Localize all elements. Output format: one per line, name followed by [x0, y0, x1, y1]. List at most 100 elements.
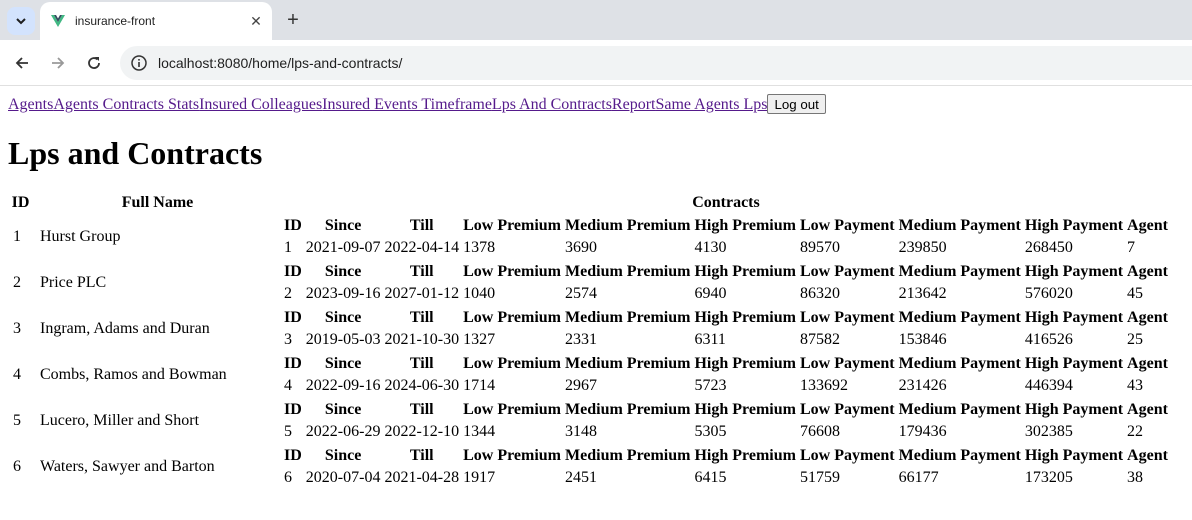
contract-cell: 1917	[463, 469, 496, 486]
contracts-column-header: High Premium	[694, 355, 796, 372]
contracts-column-header: Medium Payment	[898, 263, 1021, 280]
contracts-column-header: Till	[409, 309, 434, 326]
contract-cell: 1378	[463, 239, 496, 256]
table-row: 6 Waters, Sawyer and Barton ID Since Till Low…	[8, 445, 1170, 489]
nav-link-insured-colleagues[interactable]: Insured Colleagues	[199, 96, 322, 113]
contracts-column-header: Low Premium	[463, 263, 562, 280]
logout-button[interactable]: Log out	[767, 94, 826, 114]
contract-cell: 45	[1127, 285, 1144, 302]
table-row: 2 Price PLC ID Since Till Low Premium Medium P…	[8, 261, 1170, 305]
contracts-column-header: Low Payment	[799, 355, 895, 372]
contracts-column-header: Agent	[1127, 263, 1168, 280]
contracts-column-header: ID	[284, 217, 302, 234]
contract-cell: 2022-06-29	[305, 423, 381, 440]
contract-cell: 133692	[799, 377, 848, 394]
forward-arrow-icon[interactable]	[46, 51, 70, 75]
nav-link-agents[interactable]: Agents	[8, 96, 53, 113]
contracts-subtable: ID Since Till Low Premium Medium Premium High…	[281, 214, 1171, 260]
contract-cell: 2019-05-03	[305, 331, 381, 348]
contract-cell: 2027-01-12	[384, 285, 460, 302]
contracts-column-header: ID	[284, 309, 302, 326]
contract-row: 5 2022-06-29 2022-12-10 1344 3148 5305 76608 17…	[283, 422, 1169, 442]
contract-cell: 89570	[799, 239, 840, 256]
contracts-header-row: ID Since Till Low Premium Medium Premium High…	[283, 446, 1169, 466]
page-title: Lps and Contracts	[8, 135, 263, 171]
contracts-cell: ID Since Till Low Premium Medium Premium High…	[282, 261, 1170, 305]
tab-search-button[interactable]	[7, 7, 35, 35]
lp-full-name-cell: Combs, Ramos and Bowman	[40, 366, 227, 383]
contract-cell: 86320	[799, 285, 840, 302]
contracts-column-header: Low Payment	[799, 217, 895, 234]
top-nav: AgentsAgents Contracts StatsInsured Coll…	[8, 94, 1184, 114]
contract-cell: 4130	[694, 239, 727, 256]
close-icon[interactable]: ✕	[246, 11, 266, 31]
contracts-subtable: ID Since Till Low Premium Medium Premium High…	[281, 444, 1171, 490]
address-bar[interactable]: localhost:8080/home/lps-and-contracts/	[120, 46, 1192, 80]
nav-link-same-agents-lps[interactable]: Same Agents Lps	[655, 96, 767, 113]
contract-row: 6 2020-07-04 2021-04-28 1917 2451 6415 51759 66…	[283, 468, 1169, 488]
contract-cell: 4	[284, 377, 292, 394]
contracts-column-header: High Premium	[694, 263, 796, 280]
contract-cell: 2024-06-30	[384, 377, 460, 394]
table-row: 1 Hurst Group ID Since Till Low Premium Medium…	[8, 215, 1170, 259]
contracts-column-header: Medium Premium	[565, 309, 691, 326]
contracts-column-header: Till	[409, 401, 434, 418]
contracts-column-header: Medium Premium	[565, 217, 691, 234]
reload-icon[interactable]	[82, 51, 106, 75]
contracts-column-header: Agent	[1127, 447, 1168, 464]
new-tab-icon[interactable]: +	[282, 9, 304, 31]
browser-tab[interactable]: insurance-front ✕	[40, 2, 272, 40]
contracts-subtable: ID Since Till Low Premium Medium Premium High…	[281, 352, 1171, 398]
contracts-column-header: Since	[324, 401, 362, 418]
back-arrow-icon[interactable]	[10, 51, 34, 75]
contract-cell: 1344	[463, 423, 496, 440]
browser-tab-strip: insurance-front ✕ +	[0, 0, 1192, 40]
lp-full-name-cell: Price PLC	[40, 274, 107, 291]
contracts-column-header: Low Premium	[463, 447, 562, 464]
table-row: 4 Combs, Ramos and Bowman ID Since Till Low P…	[8, 353, 1170, 397]
contracts-cell: ID Since Till Low Premium Medium Premium High…	[282, 307, 1170, 351]
lp-id-cell: 3	[13, 320, 21, 337]
contract-cell: 231426	[898, 377, 947, 394]
lp-full-name-cell: Ingram, Adams and Duran	[40, 320, 210, 337]
contract-cell: 5305	[694, 423, 727, 440]
contract-cell: 7	[1127, 239, 1136, 256]
info-icon[interactable]	[130, 54, 148, 72]
contract-cell: 179436	[898, 423, 947, 440]
table-row: 5 Lucero, Miller and Short ID Since Till Low …	[8, 399, 1170, 443]
contracts-column-header: Agent	[1127, 401, 1168, 418]
contracts-column-header: Low Premium	[463, 355, 562, 372]
nav-link-agents-contracts-stats[interactable]: Agents Contracts Stats	[53, 96, 199, 113]
lp-id-cell: 5	[13, 412, 21, 429]
nav-link-report[interactable]: Report	[612, 96, 656, 113]
contract-cell: 2022-04-14	[384, 239, 460, 256]
contracts-column-header: Low Payment	[799, 263, 895, 280]
contracts-column-header: High Payment	[1024, 217, 1124, 234]
contracts-column-header: Since	[324, 217, 362, 234]
browser-toolbar: localhost:8080/home/lps-and-contracts/	[0, 40, 1192, 86]
contracts-column-header: Low Payment	[799, 309, 895, 326]
chevron-down-icon	[16, 18, 26, 25]
contracts-column-header: Medium Payment	[898, 401, 1021, 418]
contracts-column-header: ID	[284, 355, 302, 372]
contracts-column-header: Since	[324, 355, 362, 372]
column-header-id: ID	[11, 194, 30, 211]
column-header-contracts: Contracts	[692, 194, 760, 211]
contracts-column-header: Till	[409, 355, 434, 372]
lp-full-name-cell: Lucero, Miller and Short	[40, 412, 200, 429]
lp-full-name-cell: Hurst Group	[40, 228, 121, 245]
contracts-column-header: Till	[409, 217, 434, 234]
lp-id-cell: 4	[13, 366, 21, 383]
contracts-column-header: Till	[409, 447, 434, 464]
contract-cell: 2022-12-10	[384, 423, 460, 440]
contract-cell: 2967	[565, 377, 598, 394]
contract-cell: 239850	[898, 239, 947, 256]
contract-cell: 2021-10-30	[384, 331, 460, 348]
contracts-column-header: Low Premium	[463, 309, 562, 326]
contract-cell: 2021-09-07	[305, 239, 381, 256]
nav-link-insured-events-timeframe[interactable]: Insured Events Timeframe	[322, 96, 492, 113]
contracts-column-header: High Premium	[694, 401, 796, 418]
contract-cell: 87582	[799, 331, 840, 348]
nav-link-lps-and-contracts[interactable]: Lps And Contracts	[492, 96, 612, 113]
contracts-header-row: ID Since Till Low Premium Medium Premium High…	[283, 354, 1169, 374]
